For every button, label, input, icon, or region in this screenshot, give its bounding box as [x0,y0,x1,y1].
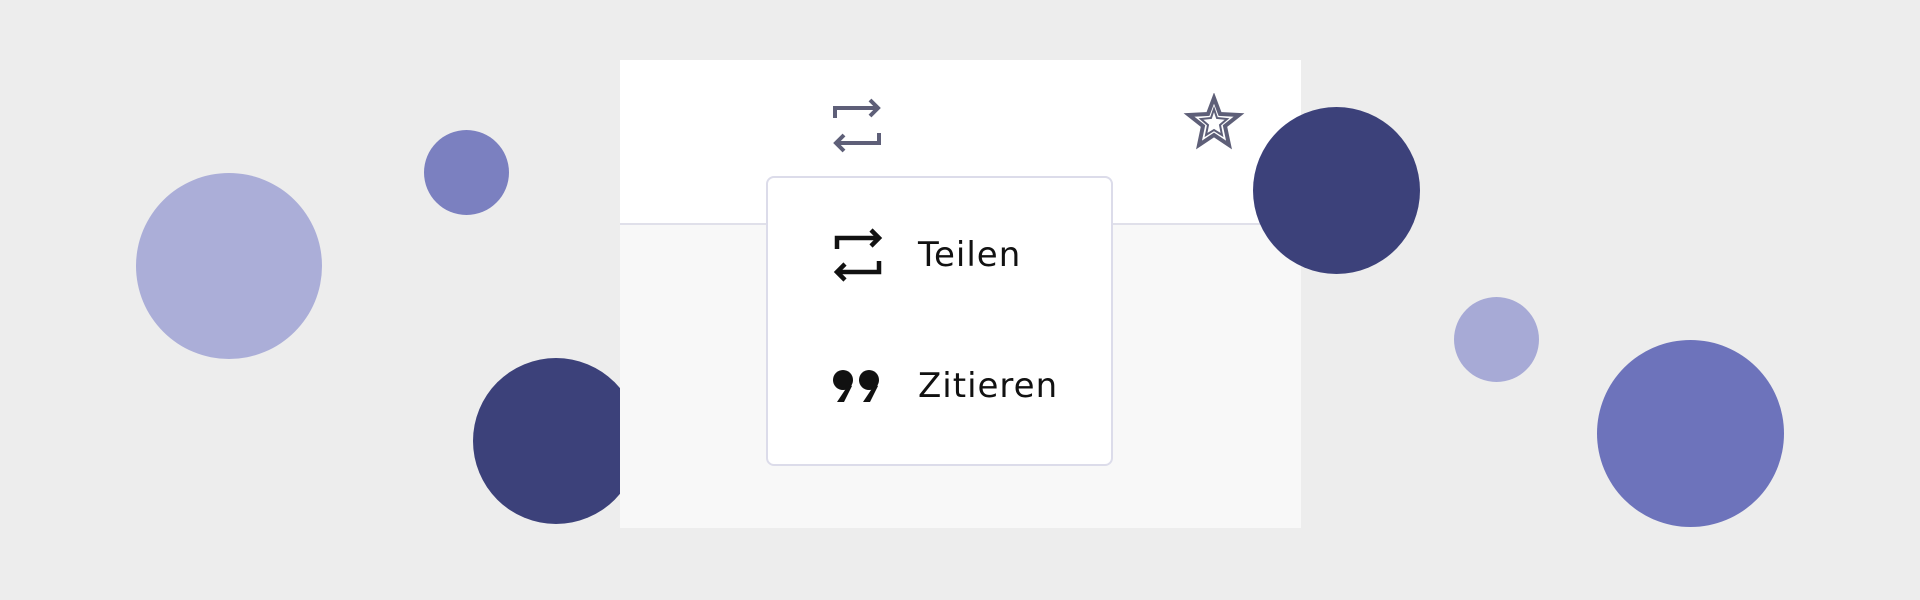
retweet-button[interactable] [827,93,887,157]
decorative-circle-medium-small [424,130,509,215]
share-dropdown-menu: Teilen Zitieren [766,176,1113,466]
quote-icon [830,355,886,417]
menu-item-label: Teilen [918,235,1022,275]
decorative-circle-medium-large [1597,340,1784,527]
decorative-circle-dark-left [473,358,639,524]
decorative-circle-light-large [136,173,322,359]
decorative-circle-light-small [1454,297,1539,382]
star-icon [1183,93,1245,150]
menu-item-quote[interactable]: Zitieren [768,341,1111,431]
favorite-button[interactable] [1183,93,1245,157]
menu-item-label: Zitieren [918,366,1059,406]
retweet-icon [833,98,881,153]
menu-item-share[interactable]: Teilen [768,210,1111,300]
retweet-icon [830,224,886,286]
decorative-circle-dark-right [1253,107,1420,274]
